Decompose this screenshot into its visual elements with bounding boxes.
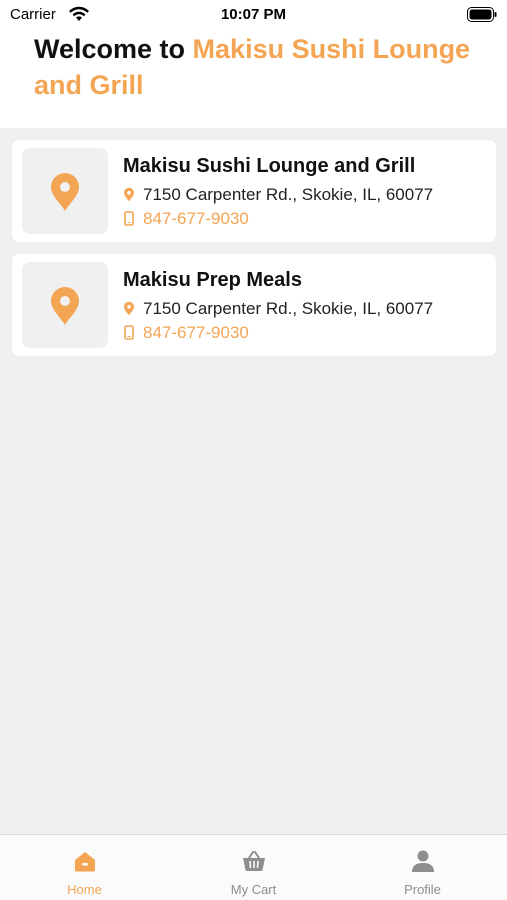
app-screen: Carrier 10:07 PM Welcome to Makisu Sushi…: [0, 0, 507, 900]
person-icon: [410, 849, 436, 873]
location-card[interactable]: Makisu Prep Meals 7150 Carpenter Rd., Sk…: [12, 254, 496, 356]
home-icon: [72, 849, 98, 873]
location-phone[interactable]: 847-677-9030: [143, 323, 249, 342]
location-phone[interactable]: 847-677-9030: [143, 209, 249, 228]
location-name: Makisu Sushi Lounge and Grill: [123, 155, 416, 177]
location-pin-icon: [51, 287, 79, 325]
basket-icon: [241, 849, 267, 873]
tab-profile[interactable]: Profile: [338, 835, 507, 900]
location-address: 7150 Carpenter Rd., Skokie, IL, 60077: [143, 185, 434, 204]
location-thumbnail: [22, 262, 108, 348]
clock: 10:07 PM: [220, 6, 287, 23]
phone-icon: [123, 325, 137, 341]
page-title: Welcome to Makisu Sushi Lounge and Grill: [34, 31, 474, 103]
welcome-prefix: Welcome to: [34, 34, 193, 64]
location-address: 7150 Carpenter Rd., Skokie, IL, 60077: [143, 299, 434, 318]
location-name: Makisu Prep Meals: [123, 269, 302, 291]
tab-home[interactable]: Home: [0, 835, 169, 900]
address-pin-icon: [123, 301, 137, 317]
phone-icon: [123, 211, 137, 227]
location-phone-row[interactable]: 847-677-9030: [123, 323, 249, 343]
tab-my-cart-label: My Cart: [230, 882, 277, 897]
location-pin-icon: [51, 173, 79, 211]
location-phone-row[interactable]: 847-677-9030: [123, 209, 249, 229]
tab-my-cart[interactable]: My Cart: [169, 835, 338, 900]
header-area: Carrier 10:07 PM Welcome to Makisu Sushi…: [0, 0, 507, 128]
tab-bar: Home My Cart Profile: [0, 834, 507, 900]
tab-home-label: Home: [67, 882, 102, 897]
tab-profile-label: Profile: [404, 882, 441, 897]
location-address-row: 7150 Carpenter Rd., Skokie, IL, 60077: [123, 299, 433, 319]
location-thumbnail: [22, 148, 108, 234]
location-list: Makisu Sushi Lounge and Grill 7150 Carpe…: [12, 140, 496, 368]
location-card[interactable]: Makisu Sushi Lounge and Grill 7150 Carpe…: [12, 140, 496, 242]
status-bar: Carrier 10:07 PM: [0, 0, 507, 30]
battery-icon: [467, 7, 497, 22]
address-pin-icon: [123, 187, 137, 203]
location-address-row: 7150 Carpenter Rd., Skokie, IL, 60077: [123, 185, 433, 205]
